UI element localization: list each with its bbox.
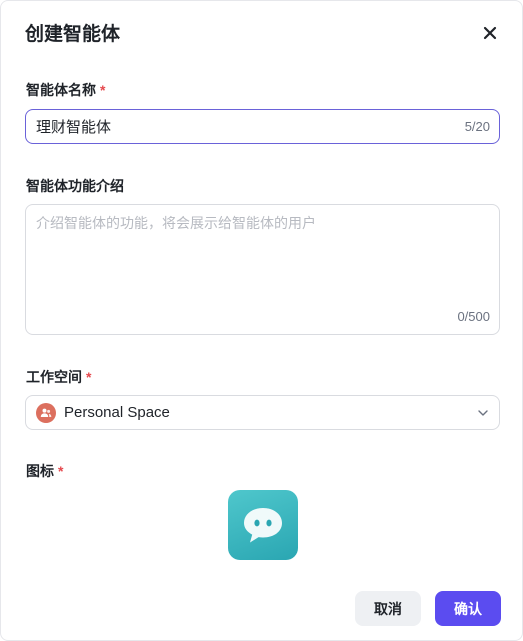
agent-description-textarea[interactable]: 介绍智能体的功能，将会展示给智能体的用户 0/500 <box>25 204 500 335</box>
agent-name-input[interactable]: 理财智能体 5/20 <box>25 109 500 144</box>
description-placeholder: 介绍智能体的功能，将会展示给智能体的用户 <box>36 215 316 231</box>
agent-icon-picker[interactable] <box>228 490 298 560</box>
dialog-title: 创建智能体 <box>25 24 121 45</box>
workspace-avatar <box>36 402 56 423</box>
icon-label-text: 图标 <box>26 463 54 479</box>
workspace-select[interactable]: Personal Space <box>25 395 500 430</box>
description-label: 智能体功能介绍 <box>26 176 124 196</box>
create-agent-dialog: 创建智能体 智能体名称 * 理财智能体 5/20 智能体功能介绍 介绍智能体的功能… <box>0 0 523 641</box>
users-icon <box>40 408 52 417</box>
icon-label: 图标 * <box>26 461 63 481</box>
required-mark: * <box>100 82 106 98</box>
name-label-text: 智能体名称 <box>26 82 96 98</box>
agent-name-counter: 5/20 <box>464 119 490 134</box>
workspace-label: 工作空间 * <box>26 367 91 387</box>
close-icon <box>483 26 497 40</box>
name-label: 智能体名称 * <box>26 80 105 100</box>
required-mark: * <box>86 369 92 385</box>
workspace-label-text: 工作空间 <box>26 369 82 385</box>
close-button[interactable] <box>478 21 502 45</box>
chat-bubble-icon <box>244 508 282 543</box>
chevron-down-icon <box>478 409 488 416</box>
workspace-selected-value: Personal Space <box>64 404 170 421</box>
required-mark: * <box>58 463 64 479</box>
confirm-button[interactable]: 确认 <box>435 591 501 626</box>
description-label-text: 智能体功能介绍 <box>26 178 124 194</box>
agent-name-value[interactable]: 理财智能体 <box>36 116 465 137</box>
description-counter: 0/500 <box>457 309 490 324</box>
cancel-button[interactable]: 取消 <box>355 591 421 626</box>
